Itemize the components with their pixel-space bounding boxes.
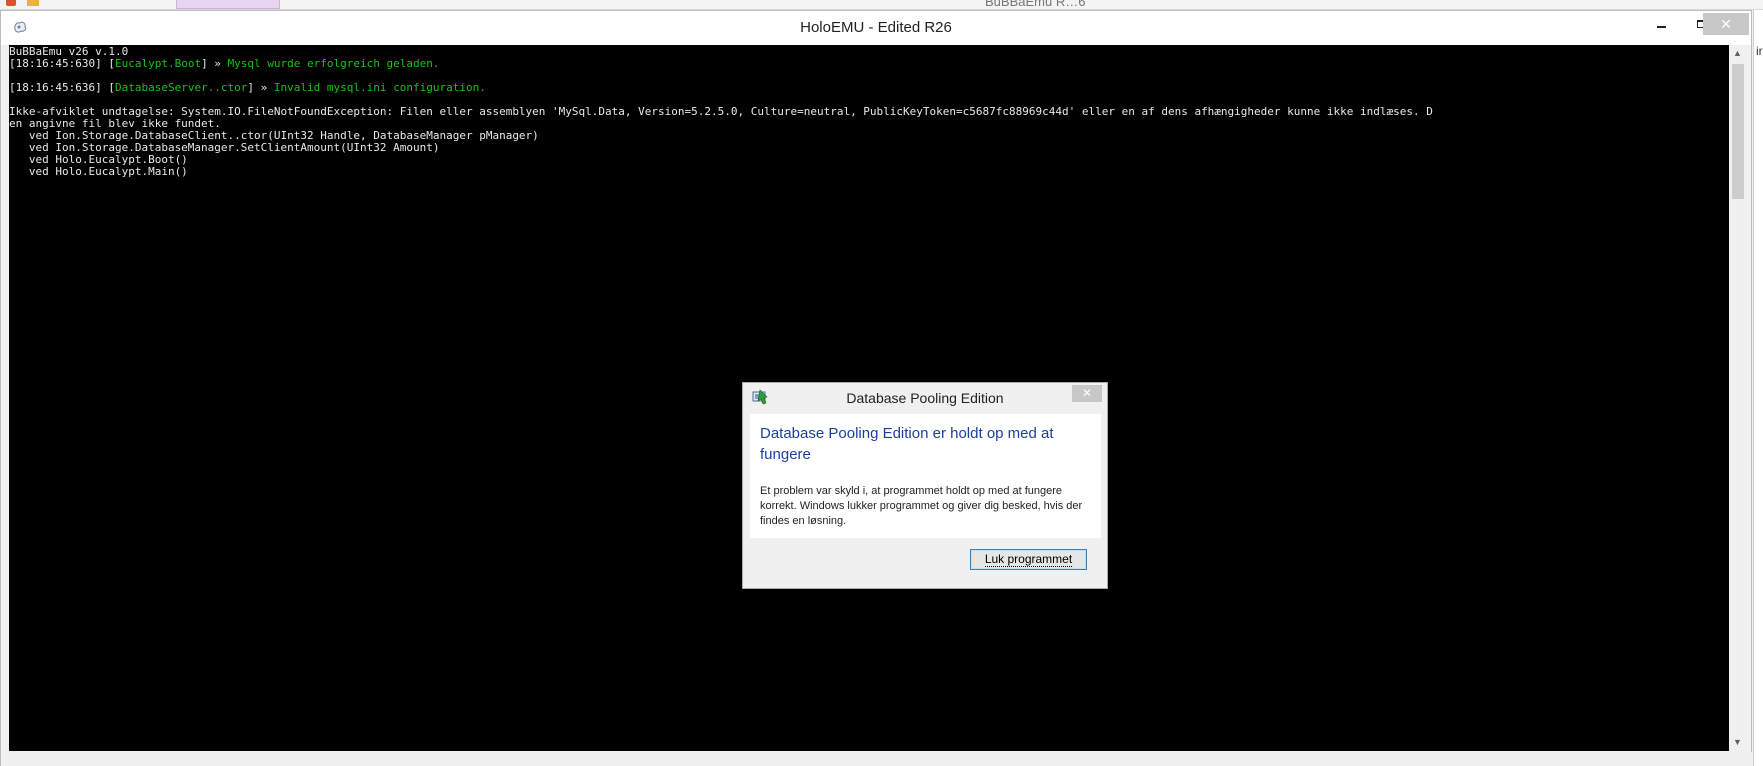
- scrollbar-thumb[interactable]: [1732, 64, 1744, 199]
- close-icon: ✕: [1081, 386, 1093, 400]
- dialog-heading: Database Pooling Edition er holdt op med…: [760, 425, 1054, 463]
- console-text-segment: ] »: [247, 81, 274, 94]
- background-window-edge-text: ir: [1756, 44, 1763, 58]
- window-titlebar[interactable]: HoloEMU - Edited R26 ✕: [1, 11, 1751, 45]
- minimize-button[interactable]: [1641, 13, 1681, 35]
- dialog-title: Database Pooling Edition: [846, 390, 1004, 406]
- close-button[interactable]: ✕: [1703, 13, 1749, 35]
- taskbar-app-icon: [6, 0, 16, 6]
- background-window-title: BuBBaEmu R…6: [985, 0, 1086, 9]
- console-text-segment: Invalid mysql.ini configuration.: [273, 81, 486, 94]
- console-text-segment: Ikke-afviklet undtagelse: System.IO.File…: [9, 105, 1433, 118]
- minimize-icon: [1656, 26, 1666, 28]
- console-line: ved Holo.Eucalypt.Main(): [9, 166, 1729, 178]
- console-line: [18:16:45:636] [DatabaseServer..ctor] » …: [9, 82, 1729, 94]
- folder-icon: [27, 0, 39, 6]
- dialog-body: Database Pooling Edition er holdt op med…: [750, 414, 1101, 538]
- console-text-segment: ved Holo.Eucalypt.Main(): [9, 165, 188, 178]
- dialog-message: Et problem var skyld i, at programmet ho…: [760, 485, 1083, 527]
- scroll-down-arrow-icon[interactable]: ▼: [1729, 734, 1746, 751]
- close-program-button[interactable]: Luk programmet: [970, 549, 1087, 570]
- dialog-close-button[interactable]: ✕: [1072, 385, 1102, 402]
- console-line: ved Ion.Storage.DatabaseManager.SetClien…: [9, 142, 1729, 154]
- console-line: ved Holo.Eucalypt.Boot(): [9, 154, 1729, 166]
- background-window-edge: [1753, 10, 1763, 766]
- console-text-segment: [18:16:45:636] [: [9, 81, 115, 94]
- close-program-button-label: Luk programmet: [984, 552, 1073, 567]
- console-line: [18:16:45:630] [Eucalypt.Boot] » Mysql w…: [9, 58, 1729, 70]
- background-tab[interactable]: [176, 0, 280, 9]
- console-text-segment: [18:16:45:630] [: [9, 57, 115, 70]
- console-text-segment: ] »: [201, 57, 228, 70]
- window-title: HoloEMU - Edited R26: [800, 19, 952, 36]
- console-text-segment: DatabaseServer..ctor: [114, 81, 248, 94]
- vertical-scrollbar[interactable]: ▲ ▼: [1729, 45, 1746, 751]
- close-icon: ✕: [1720, 15, 1732, 32]
- error-dialog: Database Pooling Edition ✕ Database Pool…: [742, 382, 1108, 589]
- console-line: Ikke-afviklet undtagelse: System.IO.File…: [9, 106, 1729, 118]
- dialog-titlebar[interactable]: Database Pooling Edition ✕: [743, 383, 1107, 411]
- console-text-segment: Eucalypt.Boot: [114, 57, 202, 70]
- console-text-segment: Mysql wurde erfolgreich geladen.: [227, 57, 440, 70]
- scroll-up-arrow-icon[interactable]: ▲: [1729, 45, 1746, 62]
- background-window-strip: BuBBaEmu R…6: [0, 0, 1763, 10]
- window-bottom-border: [1, 752, 1753, 766]
